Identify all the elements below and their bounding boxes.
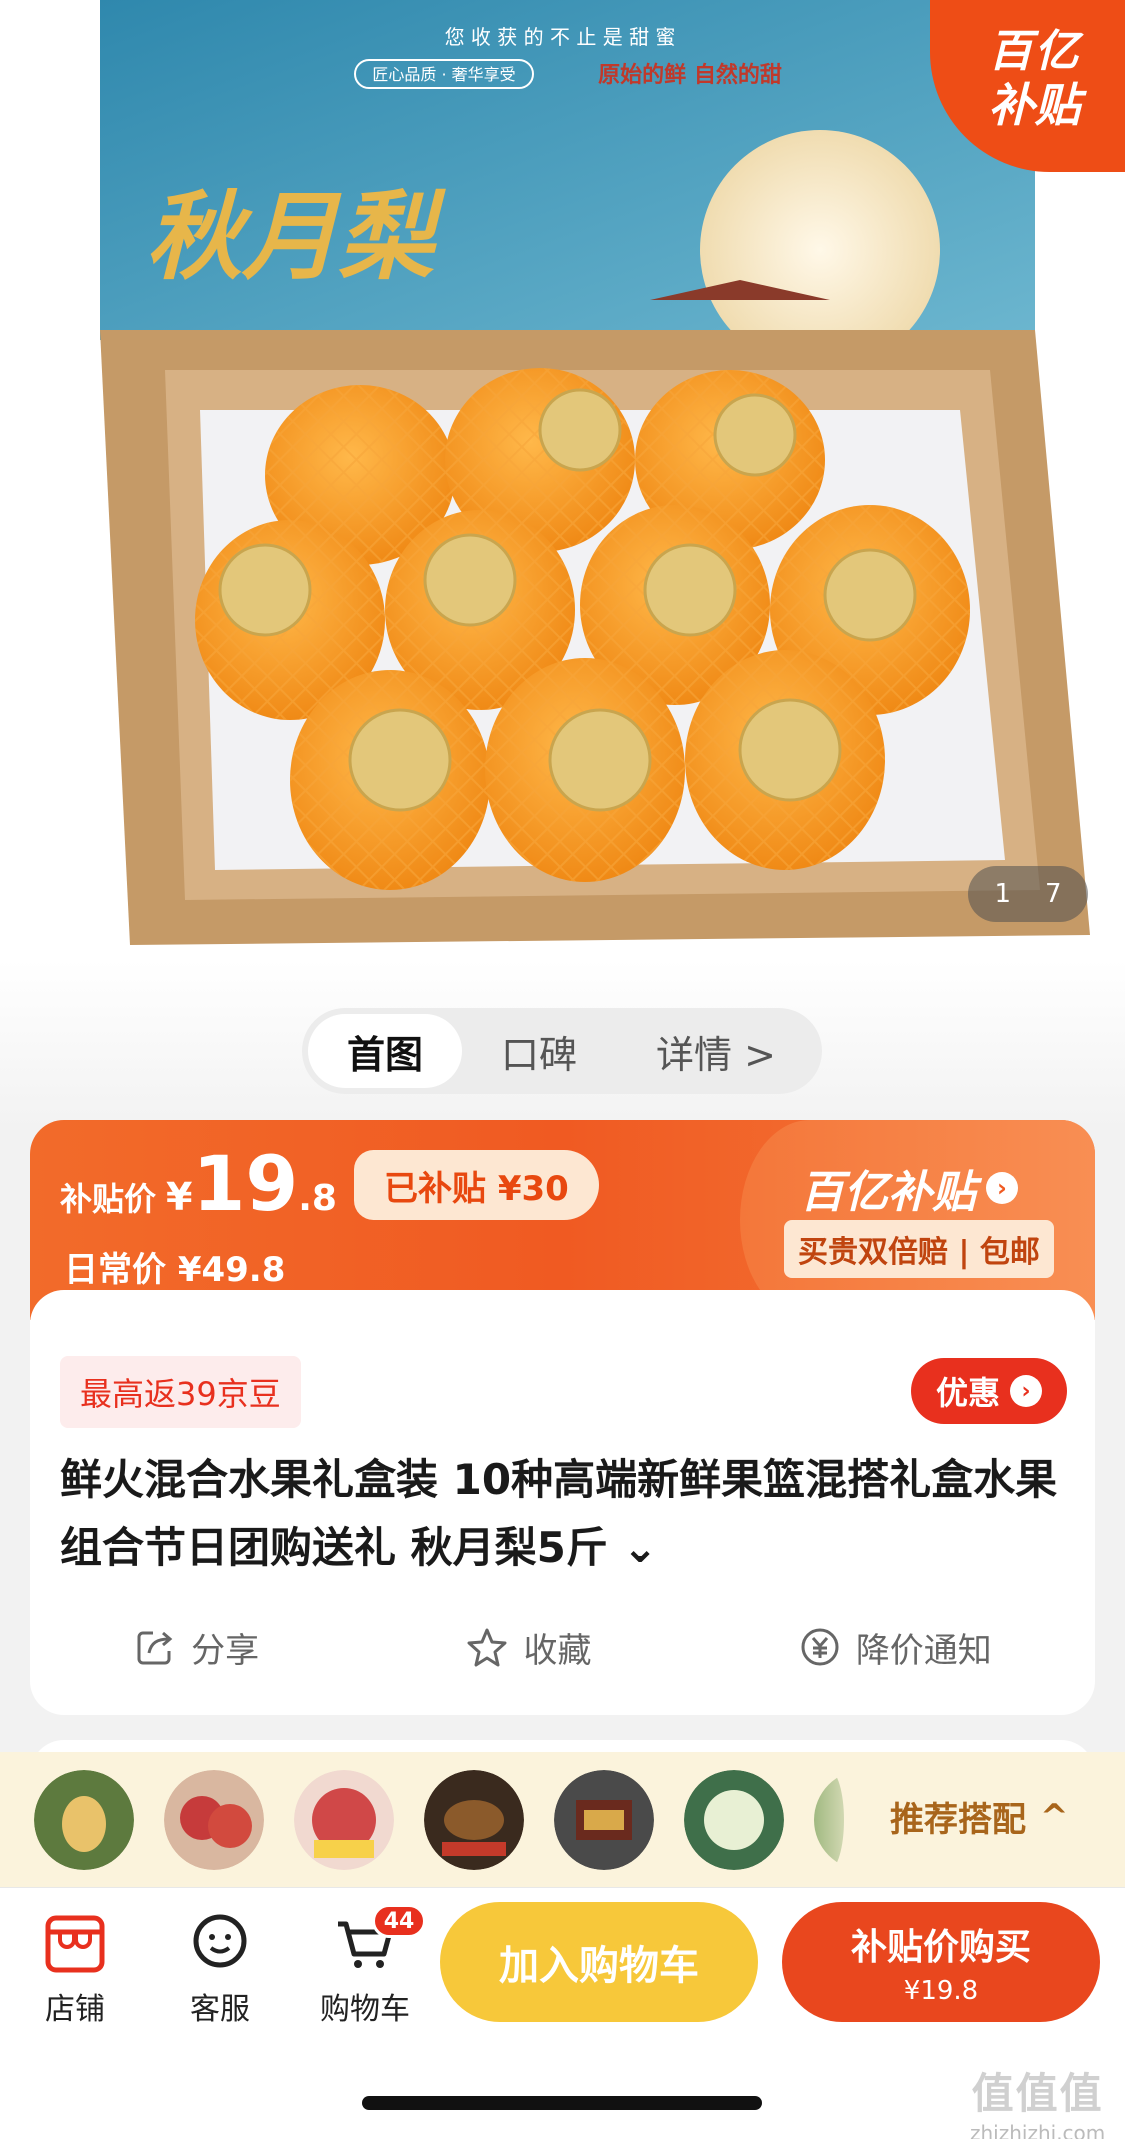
box-slogan: 您 收 获 的 不 止 是 甜 蜜: [445, 25, 676, 49]
svg-text:原始的鲜 自然的甜: 原始的鲜 自然的甜: [598, 62, 782, 88]
tab-main-image[interactable]: 首图: [308, 1014, 462, 1088]
add-to-cart-button[interactable]: 加入购物车: [440, 1902, 758, 2022]
coupon-button[interactable]: 优惠 ›: [911, 1358, 1067, 1424]
chat-bubble-icon: [193, 1914, 247, 1968]
share-button[interactable]: 分享: [133, 1623, 259, 1672]
recommended-product-thumb[interactable]: [684, 1770, 784, 1870]
tab-details[interactable]: 详情 >: [616, 1014, 816, 1088]
recommended-product-thumb[interactable]: [164, 1770, 264, 1870]
recommended-bundle-toggle[interactable]: 推荐搭配 ^: [890, 1792, 1069, 1841]
watermark: 值值值 zhizhizhi.com: [970, 2069, 1106, 2139]
customer-service-button[interactable]: 客服: [165, 1908, 275, 2028]
subsidized-amount-chip: 已补贴 ¥30: [354, 1150, 599, 1220]
bottom-action-bar: 店铺 客服 购物车 44 加入购物车 补贴价购买 ¥19.8 值值值 zhizh…: [0, 1887, 1125, 2139]
daily-price: 日常价 ¥49.8: [64, 1250, 286, 1290]
recommended-product-thumb[interactable]: [554, 1770, 654, 1870]
page-current: 1: [994, 879, 1011, 909]
chevron-right-icon: ›: [1010, 1375, 1042, 1407]
price-alert-button[interactable]: 降价通知: [798, 1623, 992, 1672]
image-tab-area: 首图 口碑 详情 >: [0, 960, 1125, 1130]
product-image-carousel[interactable]: 您 收 获 的 不 止 是 甜 蜜 匠心品质 · 奢华享受 原始的鲜 自然的甜 …: [0, 0, 1125, 960]
guarantee-chip: 买贵双倍赔 | 包邮: [784, 1220, 1054, 1278]
jd-beans-badge: 最高返39京豆: [60, 1356, 301, 1428]
recommended-product-thumb[interactable]: [34, 1770, 134, 1870]
page-total: 7: [1045, 879, 1062, 909]
share-icon: [137, 1631, 173, 1665]
subsidy-price: 补贴价 ¥ 19 .8: [60, 1139, 337, 1228]
image-tab-switch: 首图 口碑 详情 >: [302, 1008, 822, 1094]
price-alert-icon: [801, 1628, 839, 1666]
cart-count-badge: 44: [372, 1904, 426, 1938]
chevron-up-icon: ^: [1040, 1796, 1069, 1837]
recommended-product-thumb[interactable]: [294, 1770, 394, 1870]
product-title[interactable]: 鲜火混合水果礼盒装 10种高端新鲜果篮混搭礼盒水果组合节日团购送礼 秋月梨5斤 …: [60, 1446, 1060, 1582]
billion-subsidy-link[interactable]: 百亿补贴 ›: [800, 1156, 1018, 1220]
svg-text:匠心品质 · 奢华享受: 匠心品质 · 奢华享受: [372, 65, 515, 84]
product-actions: 分享 收藏 降价通知: [30, 1612, 1095, 1682]
image-page-counter: 1 7: [968, 866, 1088, 922]
cart-button[interactable]: 购物车 44: [310, 1904, 426, 2028]
star-icon: [467, 1628, 507, 1667]
favorite-button[interactable]: 收藏: [465, 1623, 591, 1672]
buy-now-button[interactable]: 补贴价购买 ¥19.8: [782, 1902, 1100, 2022]
product-info-card: 最高返39京豆 优惠 › 鲜火混合水果礼盒装 10种高端新鲜果篮混搭礼盒水果组合…: [30, 1290, 1095, 1715]
product-photo: 您 收 获 的 不 止 是 甜 蜜 匠心品质 · 奢华享受 原始的鲜 自然的甜 …: [100, 0, 1090, 945]
box-brand-text: 秋月梨: [146, 181, 446, 293]
recommended-product-thumb[interactable]: [424, 1770, 524, 1870]
chevron-right-icon: ›: [986, 1172, 1018, 1204]
store-button[interactable]: 店铺: [20, 1908, 130, 2028]
recommended-bundle-strip: 推荐搭配 ^: [0, 1752, 1125, 1887]
store-icon: [45, 1915, 105, 1973]
tab-reviews[interactable]: 口碑: [462, 1014, 616, 1088]
home-indicator[interactable]: [362, 2096, 762, 2110]
